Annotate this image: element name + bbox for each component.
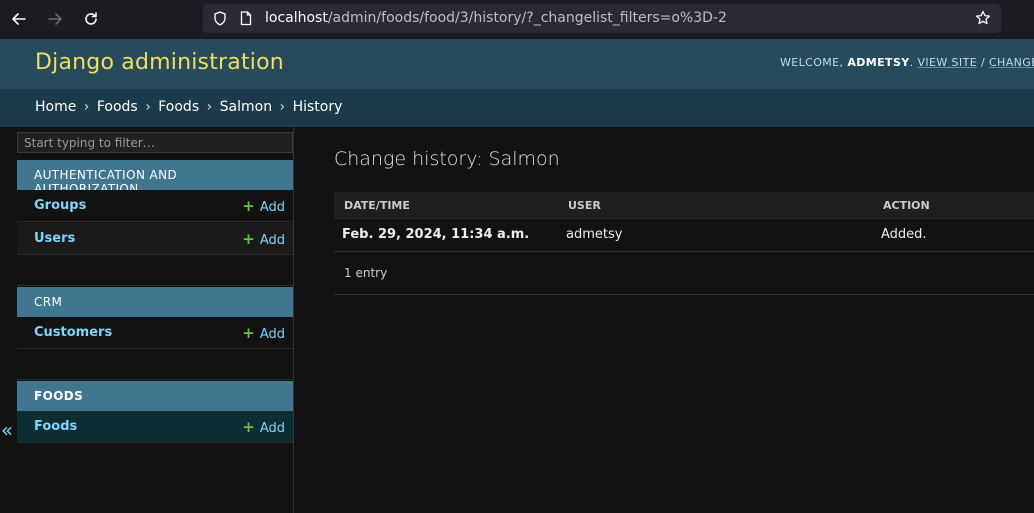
sidebar-item-users: Users + Add <box>17 223 293 255</box>
page-icon[interactable] <box>240 11 252 30</box>
plus-icon: + <box>242 197 255 215</box>
add-label: Add <box>259 233 285 248</box>
shield-icon[interactable] <box>213 11 227 30</box>
user-tools-separator: / <box>980 56 986 69</box>
username: ADMETSY <box>847 56 910 69</box>
breadcrumb-foods-app[interactable]: Foods <box>97 99 138 115</box>
entry-count: 1 entry <box>344 266 388 280</box>
browser-toolbar: localhost/admin/foods/food/3/history/?_c… <box>0 0 1034 39</box>
sidebar-link-foods[interactable]: Foods <box>34 419 77 434</box>
breadcrumb-separator: › <box>83 99 90 115</box>
reload-icon[interactable] <box>80 8 102 30</box>
plus-icon: + <box>242 230 255 248</box>
column-header-user: USER <box>568 199 601 212</box>
breadcrumb: Home › Foods › Foods › Salmon › History <box>0 89 1034 127</box>
breadcrumb-separator: › <box>145 99 151 115</box>
add-label: Add <box>259 327 285 342</box>
breadcrumb-separator: › <box>279 99 286 115</box>
cell-datetime: Feb. 29, 2024, 11:34 a.m. <box>342 227 530 242</box>
row-divider <box>334 251 1034 252</box>
sidebar-item-foods: Foods + Add <box>17 411 293 443</box>
plus-icon: + <box>242 324 255 342</box>
sidebar-item-customers: Customers + Add <box>17 317 293 349</box>
add-customers-button[interactable]: + Add <box>242 324 285 342</box>
module-caption-foods[interactable]: FOODS <box>17 381 293 411</box>
url-path: /admin/foods/food/3/history/?_changelist… <box>327 10 727 26</box>
cell-user: admetsy <box>566 227 623 242</box>
page-title: Change history: Salmon <box>334 148 560 170</box>
breadcrumb-foods-model[interactable]: Foods <box>158 99 199 115</box>
breadcrumb-salmon[interactable]: Salmon <box>220 99 272 115</box>
address-bar[interactable]: localhost/admin/foods/food/3/history/?_c… <box>203 4 1001 33</box>
site-title[interactable]: Django administration <box>35 50 284 75</box>
add-label: Add <box>259 421 285 436</box>
add-users-button[interactable]: + Add <box>242 230 285 248</box>
change-password-link[interactable]: CHANGE PA <box>989 56 1034 69</box>
welcome-label: WELCOME, <box>780 56 844 69</box>
column-header-datetime: DATE/TIME <box>344 199 410 212</box>
sidebar-link-users[interactable]: Users <box>34 231 75 246</box>
breadcrumb-separator: › <box>206 99 213 115</box>
module-caption-auth[interactable]: AUTHENTICATION AND AUTHORIZATION <box>17 160 293 196</box>
view-site-link[interactable]: VIEW SITE <box>917 56 977 69</box>
sidebar-filter-input[interactable] <box>17 132 293 153</box>
breadcrumb-current: History <box>292 99 343 115</box>
sidebar-link-groups[interactable]: Groups <box>34 198 86 213</box>
column-header-action: ACTION <box>883 199 930 212</box>
add-foods-button[interactable]: + Add <box>242 418 285 436</box>
add-groups-button[interactable]: + Add <box>242 197 285 215</box>
plus-icon: + <box>242 418 255 436</box>
back-icon[interactable] <box>8 8 30 30</box>
url-host: localhost <box>265 10 328 26</box>
nav-sidebar: AUTHENTICATION AND AUTHORIZATION Groups … <box>17 127 294 513</box>
user-tools: WELCOME, ADMETSY. VIEW SITE / CHANGE PA <box>780 56 1034 69</box>
sidebar-link-customers[interactable]: Customers <box>34 325 112 340</box>
breadcrumb-home[interactable]: Home <box>35 99 76 115</box>
table-footer-divider <box>334 294 1034 295</box>
sidebar-item-groups: Groups + Add <box>17 190 293 222</box>
module-spacer <box>17 349 293 380</box>
admin-header: Django administration WELCOME, ADMETSY. … <box>0 39 1034 89</box>
bookmark-star-icon[interactable] <box>975 10 991 30</box>
module-spacer <box>17 255 293 286</box>
forward-icon[interactable] <box>44 8 66 30</box>
add-label: Add <box>259 200 285 215</box>
module-caption-crm[interactable]: CRM <box>17 287 293 317</box>
url-text[interactable]: localhost/admin/foods/food/3/history/?_c… <box>265 10 727 26</box>
cell-action: Added. <box>881 227 927 242</box>
sidebar-collapse-toggle[interactable]: « <box>0 418 14 442</box>
